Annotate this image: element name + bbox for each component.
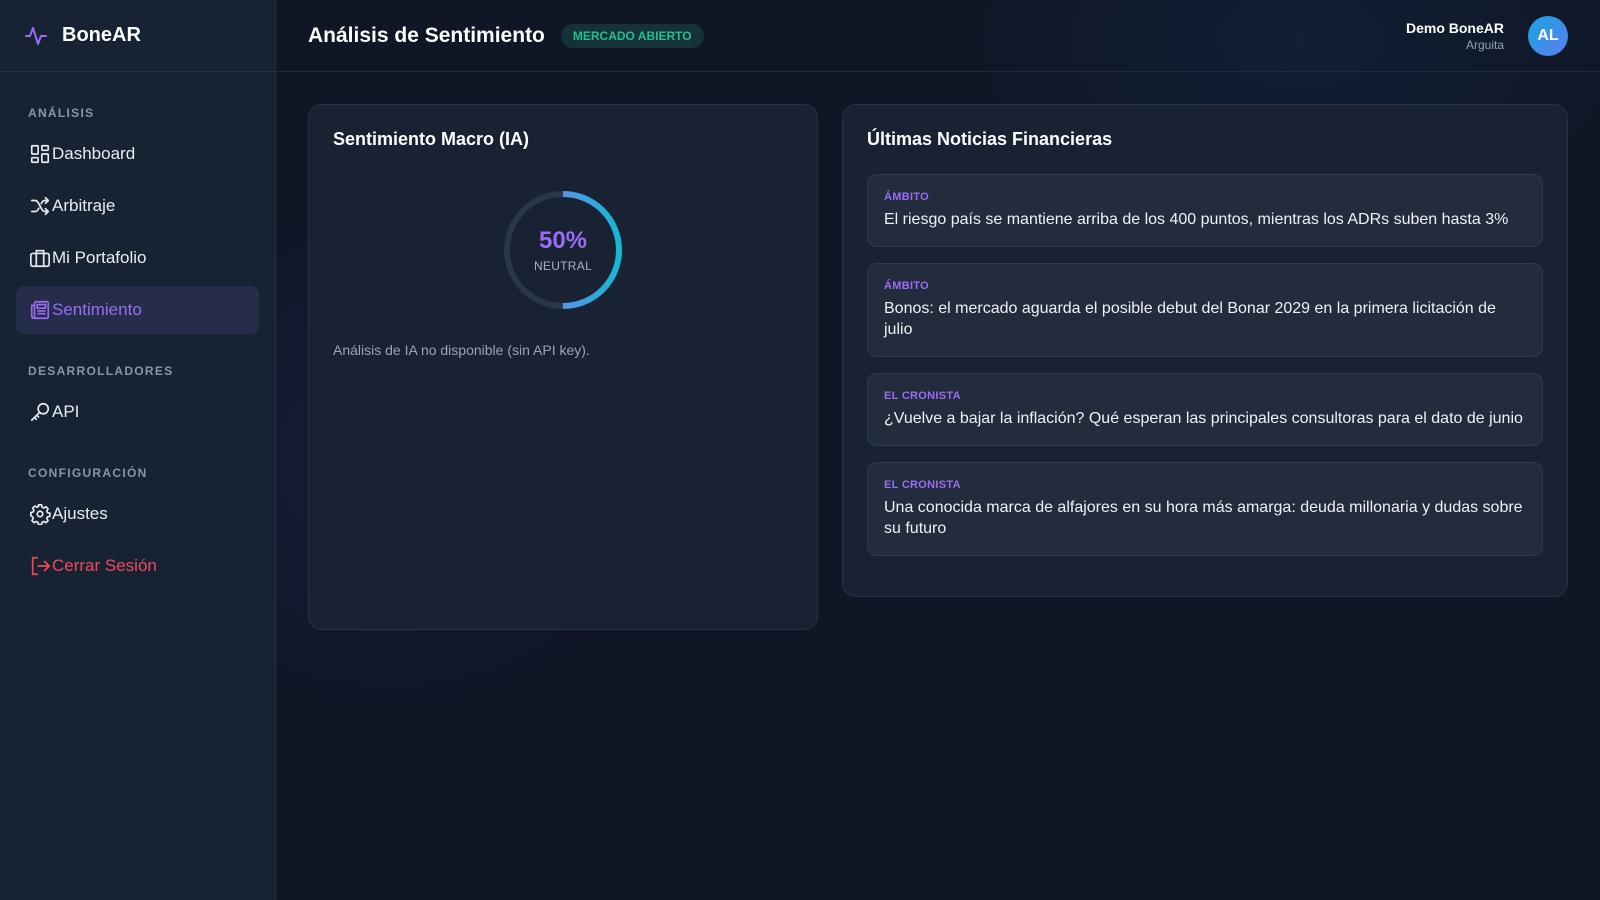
user-org: Arguita	[1465, 37, 1504, 52]
news-item[interactable]: EL CRONISTA ¿Vuelve a bajar la inflación…	[867, 373, 1543, 446]
sidebar-item-api[interactable]: API	[16, 388, 259, 436]
activity-icon	[24, 24, 48, 48]
section-title-configuracion: CONFIGURACIÓN	[28, 466, 148, 480]
sidebar-item-label: Arbitraje	[52, 196, 116, 215]
sidebar-item-label: Mi Portafolio	[52, 248, 147, 267]
sidebar-item-label: Ajustes	[52, 504, 108, 523]
brand[interactable]: BoneAR	[0, 0, 275, 72]
gear-icon	[28, 502, 52, 526]
news-card-title: Últimas Noticias Financieras	[867, 129, 1113, 149]
sidebar-item-label: Dashboard	[52, 144, 136, 163]
news-source: ÁMBITO	[884, 280, 929, 292]
avatar[interactable]: AL	[1528, 15, 1568, 56]
top-bar: Análisis de Sentimiento MERCADO ABIERTO …	[276, 0, 1600, 72]
news-item[interactable]: EL CRONISTA Una conocida marca de alfajo…	[867, 462, 1543, 556]
sidebar-item-label: API	[52, 402, 80, 421]
market-status-badge: MERCADO ABIERTO	[560, 23, 704, 48]
logout-icon	[28, 554, 52, 578]
brand-name: BoneAR	[62, 24, 141, 46]
sidebar-item-sentimiento[interactable]: Sentimiento	[16, 286, 259, 334]
news-headline: Bonos: el mercado aguarda el posible deb…	[884, 300, 1496, 338]
dashboard-icon	[28, 142, 52, 166]
sidebar-nav: ANÁLISIS Dashboard Arbitraje Mi Portafol…	[0, 72, 275, 594]
news-headline: El riesgo país se mantiene arriba de los…	[884, 211, 1509, 228]
main-area: Análisis de Sentimiento MERCADO ABIERTO …	[276, 0, 1600, 900]
sidebar-item-arbitraje[interactable]: Arbitraje	[16, 182, 259, 230]
news-item[interactable]: ÁMBITO Bonos: el mercado aguarda el posi…	[867, 263, 1543, 357]
sentiment-value: 50%	[538, 227, 588, 254]
sidebar: BoneAR ANÁLISIS Dashboard Arbitraje Mi P…	[0, 0, 276, 900]
news-headline: ¿Vuelve a bajar la inflación? Qué espera…	[884, 410, 1523, 427]
user-info: Demo BoneAR Arguita	[1406, 20, 1504, 52]
key-icon	[28, 400, 52, 424]
news-item[interactable]: ÁMBITO El riesgo país se mantiene arriba…	[867, 174, 1543, 247]
briefcase-icon	[28, 246, 52, 270]
sentiment-gauge: 50% NEUTRAL	[501, 188, 625, 312]
shuffle-icon	[28, 194, 52, 218]
app-root: BoneAR ANÁLISIS Dashboard Arbitraje Mi P…	[0, 0, 1600, 900]
logout-button[interactable]: Cerrar Sesión	[16, 542, 259, 590]
user-name: Demo BoneAR	[1405, 19, 1504, 36]
sidebar-item-mi-portafolio[interactable]: Mi Portafolio	[16, 234, 259, 282]
news-source: ÁMBITO	[884, 191, 929, 203]
sidebar-item-label: Sentimiento	[52, 300, 142, 319]
ai-unavailable-note: Análisis de IA no disponible (sin API ke…	[333, 342, 590, 358]
content: Sentimiento Macro (IA) 50% NEUTRAL Análi…	[276, 72, 1600, 662]
page-title: Análisis de Sentimiento	[308, 23, 545, 47]
news-card: Últimas Noticias Financieras ÁMBITO El r…	[842, 104, 1568, 597]
logout-label: Cerrar Sesión	[52, 556, 157, 575]
newspaper-icon	[28, 298, 52, 322]
sidebar-item-ajustes[interactable]: Ajustes	[16, 490, 259, 538]
section-title-desarrolladores: DESARROLLADORES	[28, 364, 174, 378]
news-headline: Una conocida marca de alfajores en su ho…	[884, 499, 1523, 537]
sentiment-label: NEUTRAL	[533, 259, 593, 273]
sidebar-item-dashboard[interactable]: Dashboard	[16, 130, 259, 178]
section-title-analisis: ANÁLISIS	[28, 106, 95, 120]
news-source: EL CRONISTA	[884, 390, 961, 402]
news-list: ÁMBITO El riesgo país se mantiene arriba…	[867, 174, 1543, 556]
sentiment-card: Sentimiento Macro (IA) 50% NEUTRAL Análi…	[308, 104, 818, 630]
news-source: EL CRONISTA	[884, 479, 961, 491]
sentiment-card-title: Sentimiento Macro (IA)	[333, 129, 530, 149]
